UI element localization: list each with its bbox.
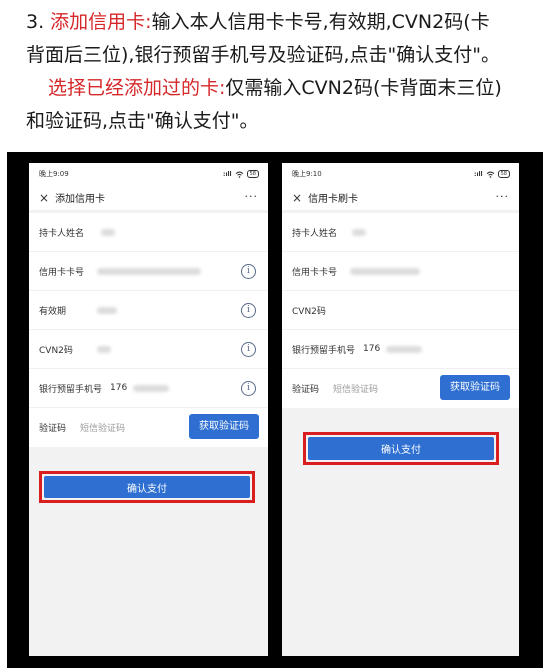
wifi-icon	[235, 171, 243, 178]
get-code-button[interactable]: 获取验证码	[189, 414, 259, 439]
status-time: 晚上9:10	[292, 170, 322, 178]
expiry-label: 有效期	[39, 306, 67, 317]
status-bar: 晚上9:10 :ıll 58	[282, 163, 519, 185]
get-code-button[interactable]: 获取验证码	[440, 375, 510, 400]
page-title: 添加信用卡	[55, 194, 106, 205]
status-bar: 晚上9:09 :ıll 58	[29, 163, 268, 185]
card-number-label: 信用卡卡号	[292, 267, 338, 278]
phone-label: 银行预留手机号	[39, 384, 103, 395]
signal-icon: :ıll	[474, 170, 483, 178]
holder-name-row[interactable]: 持卡人姓名	[282, 213, 519, 252]
confirm-highlight: 确认支付	[303, 432, 499, 465]
phone-card-payment: 晚上9:10 :ıll 58 × 信用卡刷卡 ··· 持卡人姓名 信用卡卡号 C…	[282, 163, 519, 656]
blurred-value	[350, 268, 420, 275]
confirm-pay-button[interactable]: 确认支付	[44, 476, 250, 498]
holder-name-label: 持卡人姓名	[39, 228, 85, 239]
status-icons: :ıll 58	[474, 170, 510, 178]
status-icons: :ıll 58	[223, 170, 259, 178]
step2-text-a: 仅需输入CVN2码(卡背面末三位)	[225, 77, 502, 99]
card-number-row[interactable]: 信用卡卡号	[282, 252, 519, 291]
instruction-line-1: 3. 添加信用卡:输入本人信用卡卡号,有效期,CVN2码(卡	[26, 6, 536, 39]
step1-text-b: 背面后三位),银行预留手机号及验证码,点击"确认支付"。	[26, 44, 500, 66]
cvn2-label: CVN2码	[292, 306, 326, 317]
info-icon[interactable]: i	[241, 342, 256, 357]
blurred-value	[352, 229, 366, 236]
status-time: 晚上9:09	[39, 170, 69, 178]
cvn2-row[interactable]: CVN2码 i	[29, 330, 268, 369]
blurred-value	[97, 346, 111, 353]
instruction-line-4: 和验证码,点击"确认支付"。	[26, 105, 536, 138]
confirm-pay-button[interactable]: 确认支付	[308, 437, 494, 460]
blurred-value	[133, 385, 169, 392]
info-icon[interactable]: i	[241, 303, 256, 318]
battery-icon: 58	[497, 170, 510, 178]
blurred-value	[97, 307, 117, 314]
info-icon[interactable]: i	[241, 264, 256, 279]
phone-value: 176	[110, 383, 128, 393]
card-number-row[interactable]: 信用卡卡号 i	[29, 252, 268, 291]
step-number: 3.	[26, 11, 51, 33]
phone-add-card: 晚上9:09 :ıll 58 × 添加信用卡 ··· 持卡人姓名 信用卡卡号 i…	[29, 163, 268, 656]
phone-value: 176	[363, 344, 381, 354]
card-number-label: 信用卡卡号	[39, 267, 85, 278]
step1-title: 添加信用卡:	[50, 11, 152, 33]
close-icon[interactable]: ×	[39, 192, 49, 204]
verify-code-input[interactable]: 短信验证码	[80, 421, 125, 434]
phone-row[interactable]: 银行预留手机号 176 i	[29, 369, 268, 408]
more-icon[interactable]: ···	[496, 190, 510, 203]
close-icon[interactable]: ×	[292, 192, 302, 204]
instruction-line-2: 背面后三位),银行预留手机号及验证码,点击"确认支付"。	[26, 39, 536, 72]
blurred-value	[101, 229, 115, 236]
instructions: 3. 添加信用卡:输入本人信用卡卡号,有效期,CVN2码(卡 背面后三位),银行…	[26, 6, 536, 138]
blurred-value	[97, 268, 201, 275]
verify-code-label: 验证码	[39, 424, 67, 434]
card-form: 持卡人姓名 信用卡卡号 i 有效期 i CVN2码 i 银行预留手机号 176 …	[29, 213, 268, 447]
battery-icon: 58	[246, 170, 259, 178]
step2-title: 选择已经添加过的卡:	[48, 77, 226, 99]
expiry-row[interactable]: 有效期 i	[29, 291, 268, 330]
info-icon[interactable]: i	[241, 381, 256, 396]
nav-bar: × 信用卡刷卡 ···	[282, 185, 519, 210]
phone-row[interactable]: 银行预留手机号 176	[282, 330, 519, 369]
blurred-value	[386, 346, 422, 353]
step1-text-a: 输入本人信用卡卡号,有效期,CVN2码(卡	[151, 11, 490, 33]
holder-name-label: 持卡人姓名	[292, 228, 338, 239]
verify-code-row: 验证码 短信验证码 获取验证码	[29, 408, 268, 447]
card-form: 持卡人姓名 信用卡卡号 CVN2码 银行预留手机号 176 验证码 短信验证码 …	[282, 213, 519, 408]
phone-label: 银行预留手机号	[292, 345, 356, 356]
wifi-icon	[486, 171, 494, 178]
verify-code-row: 验证码 短信验证码 获取验证码	[282, 369, 519, 408]
step2-text-b: 和验证码,点击"确认支付"。	[26, 110, 259, 132]
more-icon[interactable]: ···	[245, 190, 259, 203]
verify-code-label: 验证码	[292, 385, 320, 395]
page-title: 信用卡刷卡	[308, 194, 359, 205]
cvn2-row[interactable]: CVN2码	[282, 291, 519, 330]
signal-icon: :ıll	[223, 170, 232, 178]
cvn2-label: CVN2码	[39, 345, 73, 356]
instruction-line-3: 选择已经添加过的卡:仅需输入CVN2码(卡背面末三位)	[26, 72, 536, 105]
verify-code-input[interactable]: 短信验证码	[333, 382, 378, 395]
nav-bar: × 添加信用卡 ···	[29, 185, 268, 210]
holder-name-row[interactable]: 持卡人姓名	[29, 213, 268, 252]
confirm-highlight: 确认支付	[39, 471, 255, 503]
